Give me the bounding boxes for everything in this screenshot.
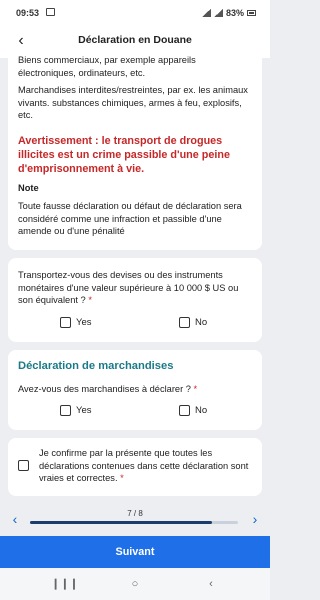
required-mark: * <box>193 384 198 394</box>
prohibited-goods-text: Marchandises interdites/restreintes, par… <box>18 85 248 120</box>
status-bar: 09:53 83% <box>0 0 270 24</box>
goods-no-option[interactable]: No <box>179 405 207 416</box>
confirmation-checkbox[interactable] <box>18 460 29 471</box>
checkbox[interactable] <box>179 317 190 328</box>
wifi-icon <box>201 9 211 17</box>
drug-warning: Avertissement : le transport de drogues … <box>18 135 230 175</box>
note-title: Note <box>18 183 39 193</box>
system-nav-bar: ❙❙❙ ○ ‹ <box>0 568 270 600</box>
next-button[interactable]: Suivant <box>0 536 270 568</box>
currency-no-option[interactable]: No <box>179 317 207 328</box>
currency-question-card: Transportez-vous des devises ou des inst… <box>8 258 262 342</box>
battery-percent: 83% <box>225 8 244 18</box>
goods-yes-option[interactable]: Yes <box>60 405 92 416</box>
checkbox[interactable] <box>60 405 71 416</box>
confirmation-text: Je confirme par la présente que toutes l… <box>39 448 249 483</box>
recent-apps-icon[interactable]: ❙❙❙ <box>51 577 79 591</box>
status-time: 09:53 <box>16 8 40 18</box>
back-icon[interactable]: ‹ <box>203 577 219 591</box>
gallery-notification-icon <box>46 8 55 16</box>
next-arrow-icon[interactable]: › <box>248 512 262 526</box>
goods-question-text: Avez-vous des marchandises à déclarer ? … <box>18 384 198 394</box>
info-card: Biens commerciaux, par exemple appareils… <box>8 56 262 250</box>
pagination: ‹ 7 / 8 › <box>0 502 270 534</box>
page-title: Déclaration en Douane <box>78 34 192 46</box>
progress-track <box>30 521 238 524</box>
required-mark: * <box>88 295 92 305</box>
app-header: ‹ Déclaration en Douane <box>0 24 270 58</box>
required-mark: * <box>120 473 124 483</box>
goods-declaration-card: Déclaration de marchandises Avez-vous de… <box>8 350 262 430</box>
currency-yes-option[interactable]: Yes <box>60 317 92 328</box>
signal-icon <box>213 9 223 17</box>
checkbox[interactable] <box>179 405 190 416</box>
commercial-goods-text: Biens commerciaux, par exemple appareils… <box>18 56 196 78</box>
battery-icon <box>247 10 256 16</box>
checkbox[interactable] <box>60 317 71 328</box>
note-text: Toute fausse déclaration ou défaut de dé… <box>18 201 242 236</box>
page-counter: 7 / 8 <box>127 509 143 518</box>
home-icon[interactable]: ○ <box>127 577 143 591</box>
progress-fill <box>30 521 212 524</box>
section-title: Déclaration de marchandises <box>18 360 174 372</box>
confirmation-card: Je confirme par la présente que toutes l… <box>8 438 262 496</box>
currency-question-text: Transportez-vous des devises ou des inst… <box>18 270 239 305</box>
status-indicators: 83% <box>201 8 256 18</box>
